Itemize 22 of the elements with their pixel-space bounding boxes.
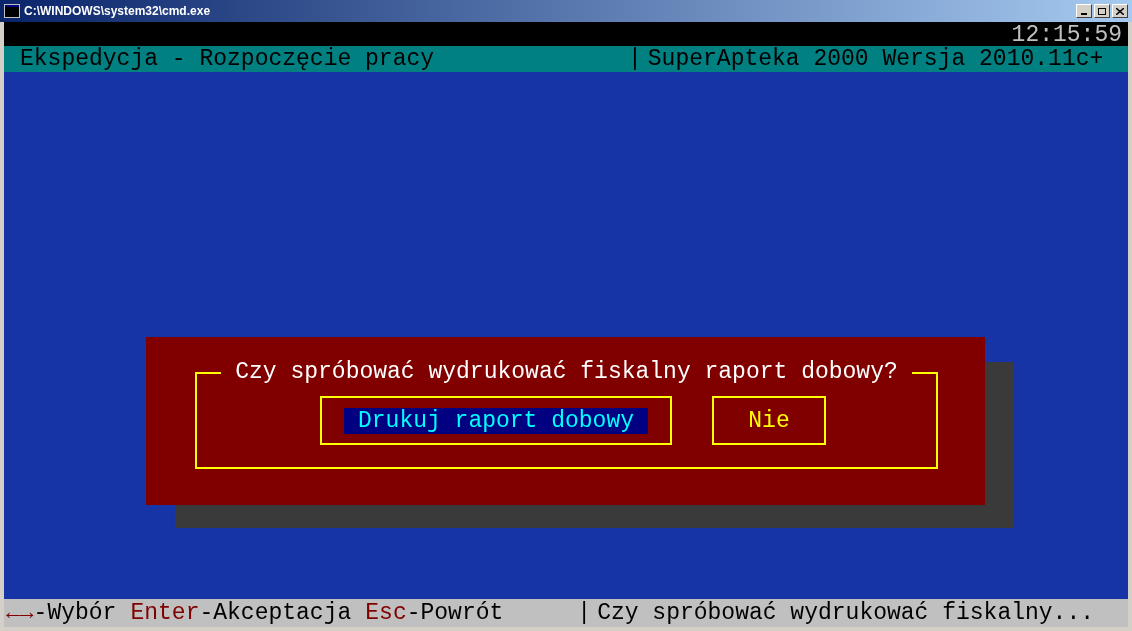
app-version: SuperApteka 2000 Wersja 2010.11c+ [647,46,1104,72]
shortcut-label: -Powrót [406,600,504,626]
console-icon [4,4,20,18]
dialog-button[interactable]: Drukuj raport dobowy [320,396,672,445]
close-icon [1116,7,1124,15]
shortcut-key: Enter [130,600,200,626]
separator: | [628,46,642,72]
clock: 12:15:59 [1011,22,1122,46]
dialog-question: Czy spróbować wydrukować fiskalny raport dobowy? [221,359,912,385]
shortcut-key: Esc [365,600,407,626]
separator: | [577,600,592,626]
maximize-button[interactable] [1094,4,1110,18]
maximize-icon [1098,7,1106,15]
close-button[interactable] [1112,4,1128,18]
screen-title: Ekspedycja - Rozpoczęcie pracy [20,46,436,72]
dialog-button[interactable]: Nie [712,396,826,445]
minimize-button[interactable] [1076,4,1092,18]
shortcut-key: ←→ [6,600,34,626]
window-title: C:\WINDOWS\system32\cmd.exe [24,3,211,20]
shortcut-label: -Wybór [33,600,117,626]
shortcut-label: -Akceptacja [199,600,352,626]
status-message: Czy spróbować wydrukować fiskalny... [597,600,1095,626]
